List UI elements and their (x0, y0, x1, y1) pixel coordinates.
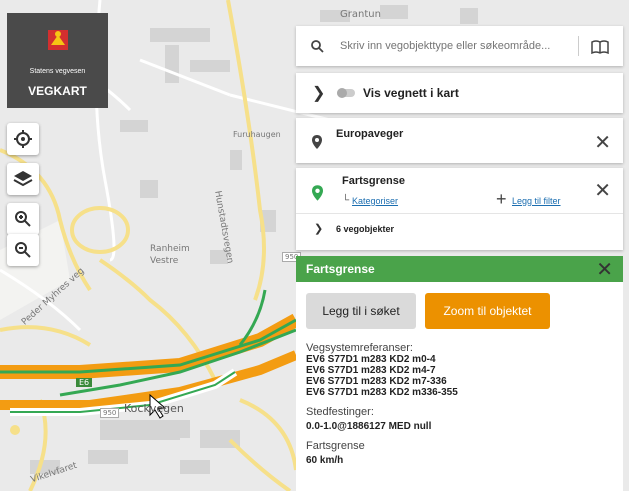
map-pin-green-icon (312, 185, 323, 201)
zoom-out-icon (15, 242, 31, 258)
network-toggle-row[interactable]: ❯ Vis vegnett i kart (296, 73, 623, 113)
layers-button[interactable] (7, 163, 39, 195)
location-value: 0.0-1.0@1886127 MED null (306, 421, 432, 432)
filter-europaveger[interactable]: Europaveger ✕ (296, 118, 623, 163)
add-filter-plus-icon: + (496, 189, 507, 209)
filter-fartsgrense-title: Fartsgrense (342, 175, 405, 187)
results-chevron-icon[interactable]: ❯ (314, 222, 323, 235)
app-name: VEGKART (28, 84, 87, 98)
map-label-ranheim: Ranheim (150, 244, 190, 254)
vegkart-logo[interactable]: Statens vegvesen VEGKART (7, 13, 108, 108)
categorize-link[interactable]: Kategoriser (352, 196, 398, 206)
close-fartsgrense-icon[interactable]: ✕ (594, 178, 611, 203)
map-label-grantun: Grantun (340, 9, 381, 20)
layers-icon (13, 171, 33, 187)
ref-item: EV6 S77D1 m283 KD2 m0-4 (306, 354, 436, 365)
location-label: Stedfestinger: (306, 406, 374, 418)
detail-title: Fartsgrense (306, 262, 375, 276)
search-panel (296, 26, 623, 66)
ref-item: EV6 S77D1 m283 KD2 m336-355 (306, 387, 458, 398)
ref-item: EV6 S77D1 m283 KD2 m4-7 (306, 365, 436, 376)
org-name: Statens vegvesen (29, 68, 86, 75)
close-detail-icon[interactable]: ✕ (596, 257, 613, 282)
search-input[interactable] (338, 39, 572, 53)
chevron-right-icon: ❯ (312, 85, 326, 102)
refs-label: Vegsystemreferanser: (306, 342, 413, 354)
categorize-icon: └ (342, 195, 350, 206)
network-toggle-label: Vis vegnett i kart (363, 86, 459, 100)
search-icon (311, 40, 324, 53)
speed-label: Fartsgrense (306, 440, 365, 452)
zoom-in-button[interactable] (7, 203, 39, 235)
statens-vegvesen-emblem-icon (48, 30, 68, 50)
ref-item: EV6 S77D1 m283 KD2 m7-336 (306, 376, 447, 387)
locate-me-button[interactable] (7, 123, 39, 155)
map-pin-icon (312, 135, 322, 149)
add-filter-link[interactable]: Legg til filter (512, 196, 561, 206)
add-to-search-button[interactable]: Legg til i søket (306, 293, 416, 329)
filter-europaveger-title: Europaveger (336, 128, 404, 140)
map-label-kockvegen: Kockvegen (124, 402, 184, 415)
speed-value: 60 km/h (306, 455, 344, 466)
zoom-out-button[interactable] (7, 234, 39, 266)
route-shield-e6: E6 (76, 378, 93, 387)
results-divider (296, 213, 623, 214)
results-count[interactable]: 6 vegobjekter (336, 224, 394, 234)
filter-fartsgrense: Fartsgrense ✕ └ Kategoriser + Legg til f… (296, 168, 623, 250)
map-label-vestre: Vestre (150, 256, 179, 266)
book-icon[interactable] (591, 40, 609, 54)
route-shield-950-a: 950 (100, 408, 120, 418)
map-label-furuhaugen: Furuhaugen (233, 130, 281, 139)
crosshair-icon (14, 130, 32, 148)
search-divider (578, 36, 579, 56)
network-toggle-switch[interactable] (337, 88, 355, 98)
zoom-in-icon (15, 211, 31, 227)
zoom-to-object-button[interactable]: Zoom til objektet (425, 293, 550, 329)
detail-body: Vegsystemreferanser: EV6 S77D1 m283 KD2 … (306, 342, 616, 466)
detail-header: Fartsgrense ✕ (296, 256, 623, 282)
close-europaveger-icon[interactable]: ✕ (594, 130, 611, 155)
